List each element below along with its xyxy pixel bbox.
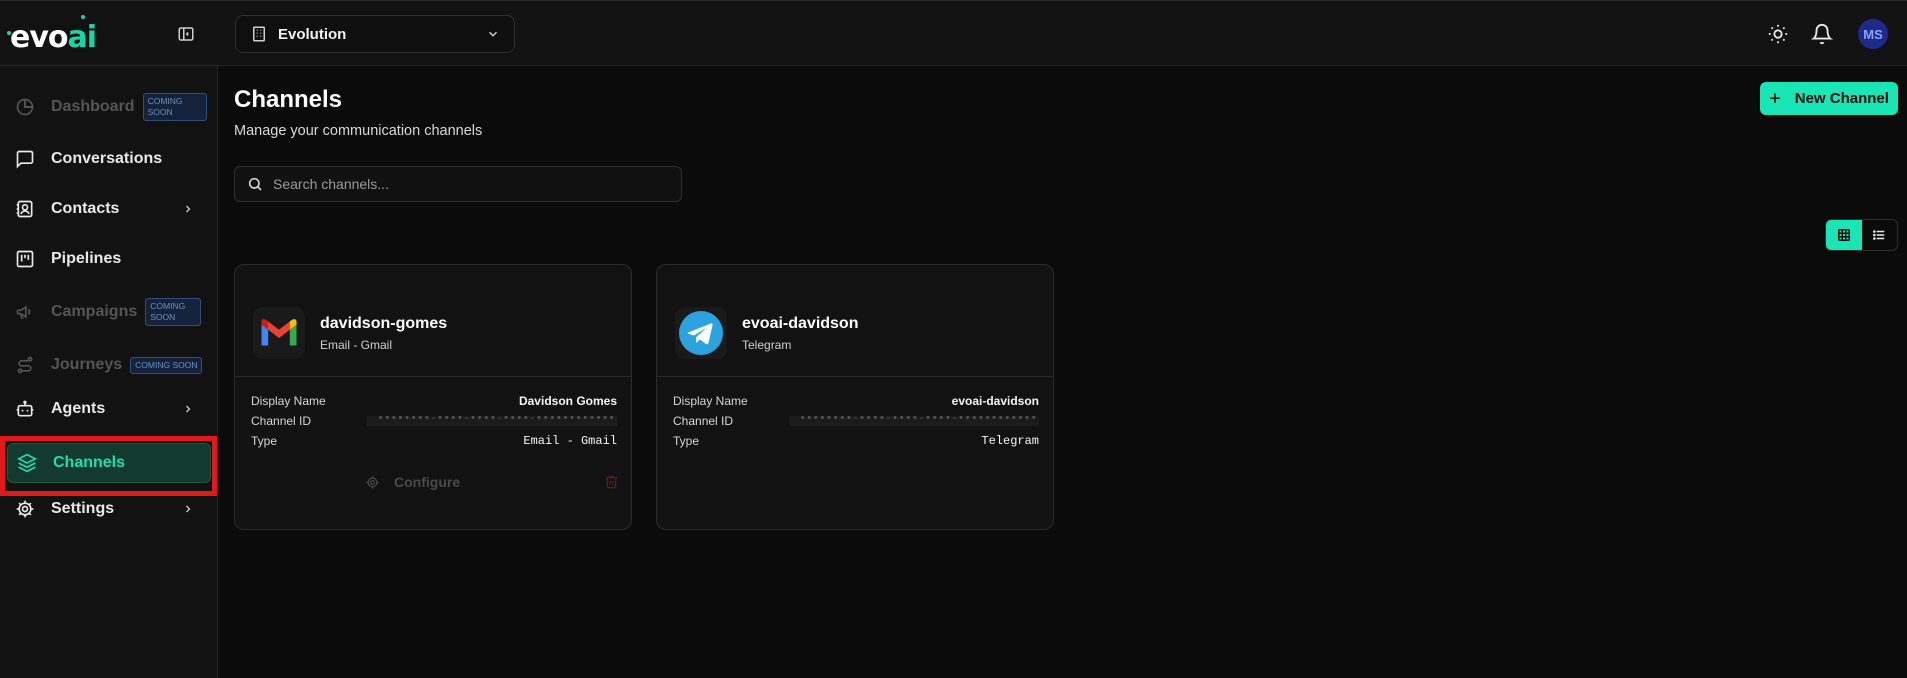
grid-view-button[interactable] bbox=[1826, 220, 1862, 250]
channel-card-header: davidson-gomes Email - Gmail bbox=[235, 265, 631, 377]
list-icon bbox=[1873, 230, 1885, 240]
page-subtitle: Manage your communication channels bbox=[234, 123, 483, 139]
chevron-right-icon bbox=[186, 205, 191, 213]
detail-key: Channel ID bbox=[251, 414, 312, 428]
sidebar-item-label: Agents bbox=[51, 400, 106, 417]
coming-soon-badge: COMING SOON bbox=[145, 298, 202, 326]
gear-icon bbox=[16, 500, 34, 518]
type-value: Telegram bbox=[981, 434, 1039, 448]
top-bar: evoai Evolution MS bbox=[0, 0, 1907, 66]
sidebar-item-contacts[interactable]: Contacts bbox=[6, 186, 212, 232]
page-title: Channels bbox=[234, 86, 343, 113]
sidebar-item-label: Dashboard bbox=[51, 98, 135, 115]
view-toggle bbox=[1825, 219, 1898, 251]
workspace-selector[interactable]: Evolution bbox=[235, 15, 515, 53]
sidebar: Dashboard COMING SOON Conversations Cont… bbox=[0, 66, 218, 678]
grid-icon bbox=[1837, 229, 1850, 241]
channel-type-label: Telegram bbox=[742, 338, 792, 352]
detail-row: Display Name Davidson Gomes bbox=[251, 391, 617, 411]
pie-chart-icon bbox=[16, 98, 34, 116]
detail-row: Channel ID ••••••••-••••-••••-••••-•••••… bbox=[673, 411, 1039, 431]
chevron-down-icon bbox=[488, 31, 498, 37]
user-avatar[interactable]: MS bbox=[1858, 19, 1888, 49]
detail-key: Type bbox=[251, 434, 278, 448]
search-input[interactable] bbox=[273, 176, 673, 192]
search-icon bbox=[248, 177, 262, 191]
channel-details: Display Name Davidson Gomes Channel ID •… bbox=[251, 391, 617, 451]
channel-card[interactable]: evoai-davidson Telegram Display Name evo… bbox=[656, 264, 1054, 530]
bot-icon bbox=[16, 400, 34, 417]
display-name-value: evoai-davidson bbox=[951, 394, 1039, 408]
sidebar-item-agents[interactable]: Agents bbox=[6, 386, 212, 432]
list-view-button[interactable] bbox=[1862, 220, 1898, 250]
sidebar-item-campaigns[interactable]: Campaigns COMING SOON bbox=[6, 289, 212, 335]
sidebar-item-dashboard[interactable]: Dashboard COMING SOON bbox=[6, 84, 212, 130]
gmail-icon bbox=[253, 307, 305, 359]
detail-row: Type Email - Gmail bbox=[251, 431, 617, 451]
channel-name: evoai-davidson bbox=[742, 315, 859, 332]
channel-name: davidson-gomes bbox=[320, 315, 448, 332]
chevron-right-icon bbox=[186, 505, 191, 513]
sidebar-item-label: Journeys bbox=[51, 356, 123, 373]
channel-details: Display Name evoai-davidson Channel ID •… bbox=[673, 391, 1039, 451]
contact-book-icon bbox=[16, 200, 33, 218]
detail-key: Channel ID bbox=[673, 414, 734, 428]
sidebar-item-label: Conversations bbox=[51, 150, 163, 167]
detail-row: Type Telegram bbox=[673, 431, 1039, 451]
detail-key: Display Name bbox=[673, 394, 748, 408]
sun-icon[interactable] bbox=[1767, 23, 1789, 45]
selection-highlight bbox=[0, 436, 217, 496]
display-name-value: Davidson Gomes bbox=[518, 394, 617, 408]
workspace-name: Evolution bbox=[278, 25, 347, 43]
detail-row: Display Name evoai-davidson bbox=[673, 391, 1039, 411]
route-icon bbox=[17, 356, 33, 374]
detail-row: Channel ID ••••••••-••••-••••-••••-•••••… bbox=[251, 411, 617, 431]
sidebar-item-label: Campaigns bbox=[51, 303, 138, 320]
new-channel-label: New Channel bbox=[1794, 90, 1889, 107]
detail-key: Type bbox=[673, 434, 700, 448]
building-icon bbox=[253, 26, 265, 42]
channel-card-header: evoai-davidson Telegram bbox=[657, 265, 1053, 377]
bell-icon[interactable] bbox=[1811, 23, 1833, 45]
chevron-right-icon bbox=[186, 405, 191, 413]
sidebar-item-pipelines[interactable]: Pipelines bbox=[6, 236, 212, 282]
sidebar-item-journeys[interactable]: Journeys COMING SOON bbox=[6, 342, 212, 388]
coming-soon-badge: COMING SOON bbox=[130, 356, 203, 374]
sidebar-item-label: Contacts bbox=[51, 200, 120, 217]
trash-icon[interactable] bbox=[604, 474, 619, 489]
telegram-icon bbox=[675, 307, 727, 359]
plus-icon: + bbox=[1769, 87, 1781, 110]
main-content: Channels Manage your communication chann… bbox=[219, 66, 1907, 678]
sidebar-item-label: Pipelines bbox=[51, 250, 122, 267]
search-box[interactable] bbox=[234, 166, 682, 202]
megaphone-icon bbox=[16, 305, 31, 319]
evoai-logo[interactable]: evoai bbox=[7, 15, 97, 53]
configure-label: Configure bbox=[394, 474, 461, 490]
kanban-icon bbox=[16, 250, 34, 268]
sidebar-item-conversations[interactable]: Conversations bbox=[6, 136, 212, 182]
channel-type-label: Email - Gmail bbox=[320, 338, 393, 352]
channel-card[interactable]: davidson-gomes Email - Gmail Display Nam… bbox=[234, 264, 632, 530]
sidebar-item-label: Settings bbox=[51, 500, 115, 517]
new-channel-button[interactable]: + New Channel bbox=[1760, 82, 1898, 115]
sidebar-toggle-icon[interactable] bbox=[177, 25, 195, 43]
type-value: Email - Gmail bbox=[523, 434, 617, 448]
detail-key: Display Name bbox=[251, 394, 326, 408]
configure-button[interactable]: Configure bbox=[365, 474, 460, 490]
channel-id-value: ••••••••-••••-••••-••••-•••••••••••• bbox=[789, 416, 1039, 426]
coming-soon-badge: COMING SOON bbox=[142, 93, 207, 121]
message-square-icon bbox=[16, 150, 34, 169]
gear-icon bbox=[366, 475, 379, 489]
channel-id-value: ••••••••-••••-••••-••••-•••••••••••• bbox=[367, 416, 617, 426]
